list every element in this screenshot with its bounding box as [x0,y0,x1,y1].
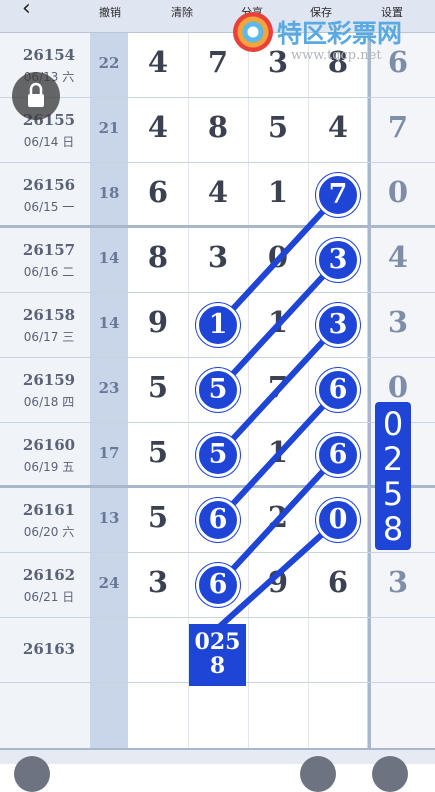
bottom-bar [0,748,435,764]
digit-cell[interactable]: 4 [128,45,188,79]
digit-cell[interactable]: 3 [188,240,248,274]
prediction-text-1: 025 [194,629,241,655]
prediction-digit: 0 [382,405,404,443]
watermark-logo-icon [233,12,273,52]
issue-number: 26160 [22,436,76,454]
digit-cell[interactable]: 0 [248,240,308,274]
nav-button-mid[interactable] [300,756,336,792]
issue-date: 06/19 五 [23,460,75,474]
issue-date: 06/20 六 [23,525,75,539]
prediction-vertical[interactable]: 0 2 5 8 [375,402,411,550]
extra-value: 0 [387,370,409,404]
digit-cell[interactable]: 5 [248,110,308,144]
issue-number: 26163 [22,640,76,658]
prediction-digit: 5 [382,475,404,513]
highlight-circle[interactable]: 3 [316,303,360,347]
undo-button[interactable]: 撤销 [99,4,121,20]
watermark-name: 特区彩票网 [277,19,403,48]
watermark-url: www.tqcp.net [291,48,382,63]
digit-cell[interactable]: 2 [248,500,308,534]
issue-number: 26154 [22,46,76,64]
highlight-circle[interactable]: 3 [316,238,360,282]
sum-value: 13 [98,509,120,527]
issue-date: 06/16 二 [23,265,75,279]
back-button[interactable]: ‹ [22,0,31,21]
extra-value: 3 [387,565,409,599]
issue-date: 06/18 四 [23,395,75,409]
digit-cell[interactable]: 1 [248,305,308,339]
digit-cell[interactable]: 6 [128,175,188,209]
highlight-circle[interactable]: 5 [196,368,240,412]
digit-cell[interactable]: 1 [248,175,308,209]
sum-value: 23 [98,379,120,397]
digit-cell[interactable]: 5 [128,435,188,469]
digit-cell[interactable]: 9 [128,305,188,339]
digit-cell[interactable]: 5 [128,500,188,534]
highlight-circle[interactable]: 7 [316,173,360,217]
highlight-circle[interactable]: 6 [316,433,360,477]
digit-cell[interactable]: 4 [128,110,188,144]
highlight-circle[interactable]: 6 [196,498,240,542]
digit-cell[interactable]: 1 [248,435,308,469]
sum-value: 18 [98,184,120,202]
digit-cell[interactable]: 8 [128,240,188,274]
table-row: 2615706/16 二1483034 [0,228,435,293]
sum-value: 14 [98,314,120,332]
highlight-circle[interactable]: 6 [196,563,240,607]
sum-value: 14 [98,249,120,267]
issue-number: 26156 [22,176,76,194]
issue-number: 26158 [22,306,76,324]
watermark: 特区彩票网 www.tqcp.net [233,8,433,68]
nav-button-left[interactable] [14,756,50,792]
prediction-digit: 8 [382,510,404,548]
highlight-circle[interactable]: 1 [196,303,240,347]
digit-cell[interactable]: 3 [128,565,188,599]
extra-value: 4 [387,240,409,274]
digit-cell[interactable]: 9 [248,565,308,599]
sum-value: 24 [98,574,120,592]
sum-value: 17 [98,444,120,462]
extra-value: 7 [387,110,409,144]
prediction-box[interactable]: 025 8 [189,624,246,686]
prediction-text-2: 8 [209,653,226,679]
issue-number: 26159 [22,371,76,389]
extra-value: 3 [387,305,409,339]
highlight-circle[interactable]: 0 [316,498,360,542]
issue-date: 06/17 三 [23,330,75,344]
sum-value: 21 [98,119,120,137]
table-row: 26156 06/15 一 18 64170 [0,163,435,228]
nav-button-right[interactable] [372,756,408,792]
sum-value: 22 [98,54,120,72]
extra-value: 0 [387,175,409,209]
digit-cell[interactable]: 6 [308,565,368,599]
digit-cell[interactable]: 4 [188,175,248,209]
issue-date: 06/15 一 [23,200,75,214]
digit-cell[interactable]: 7 [248,370,308,404]
digit-cell[interactable]: 4 [308,110,368,144]
lock-button[interactable] [12,72,60,120]
issue-number: 26157 [22,241,76,259]
issue-date: 06/14 日 [23,135,75,149]
issue-date: 06/21 日 [23,590,75,604]
table-row: 26155 06/14 日 21 4 8 5 4 7 [0,98,435,163]
prediction-digit: 2 [382,440,404,478]
issue-number: 26161 [22,501,76,519]
lock-icon [28,82,44,107]
clear-button[interactable]: 清除 [171,4,193,20]
digit-cell[interactable]: 8 [188,110,248,144]
highlight-circle[interactable]: 6 [316,368,360,412]
issue-number: 26162 [22,566,76,584]
digit-cell[interactable]: 5 [128,370,188,404]
highlight-circle[interactable]: 5 [196,433,240,477]
